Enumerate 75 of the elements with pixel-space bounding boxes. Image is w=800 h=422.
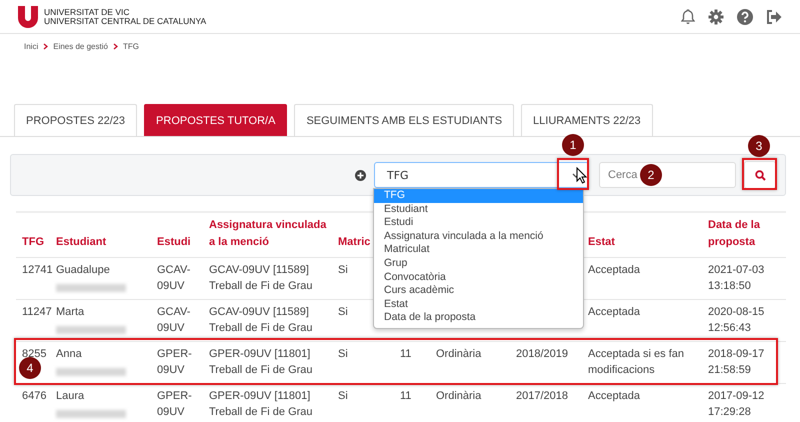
help-icon[interactable] — [737, 8, 753, 24]
column-select[interactable]: TFG — [374, 162, 589, 188]
breadcrumb-link[interactable]: TFG — [122, 42, 139, 51]
tab[interactable]: LLIURAMENTS 22/23 — [521, 104, 653, 136]
logo-icon — [18, 6, 38, 28]
table-cell: GPER-09UV — [157, 390, 192, 418]
tab[interactable]: PROPOSTES TUTOR/A — [144, 104, 288, 136]
chevron-icon — [43, 43, 48, 50]
tab[interactable]: PROPOSTES 22/23 — [14, 104, 138, 136]
column-header[interactable]: Estudi — [157, 234, 191, 251]
table-cell: Acceptada si es fan modificacions — [588, 348, 684, 376]
table-cell: GPER-09UV [11801] Treball de Fi de Grau — [209, 348, 313, 376]
highlight-frame — [557, 158, 589, 190]
highlight-frame — [742, 158, 777, 190]
column-header[interactable]: Matric — [338, 234, 370, 251]
column-header[interactable]: Data de la proposta — [708, 217, 778, 251]
table-cell: Si — [338, 264, 348, 276]
table-cell: Ordinària — [436, 348, 482, 360]
logo-text: UNIVERSITAT CENTRAL DE CATALUNYA — [44, 16, 206, 26]
search-icon — [754, 170, 766, 180]
table-cell: Acceptada — [588, 264, 640, 276]
table-cell: Si — [338, 390, 348, 402]
chevron-icon — [112, 43, 118, 50]
table-cell: 8255 — [22, 348, 46, 360]
table-cell: 11247 — [22, 306, 52, 318]
breadcrumb-link[interactable]: Inici — [24, 42, 38, 51]
table-cell: 11 — [400, 348, 412, 360]
dropdown-option[interactable]: Estat — [374, 298, 583, 312]
step-badge: 3 — [748, 135, 770, 157]
table-cell: Acceptada — [588, 390, 640, 402]
step-badge: 4 — [19, 357, 41, 379]
dropdown-option[interactable]: Curs acadèmic — [374, 284, 583, 298]
dropdown-option[interactable]: Grup — [374, 256, 583, 271]
table-cell: 11 — [400, 390, 412, 402]
table-cell: Acceptada — [588, 306, 640, 318]
table-cell: GPER-09UV [11801] Treball de Fi de Grau — [209, 390, 313, 418]
settings-icon[interactable] — [708, 8, 724, 24]
breadcrumb-link[interactable]: Eines de gestió — [53, 42, 108, 51]
table-cell: Si — [338, 348, 348, 360]
table-cell: Marta — [56, 306, 84, 318]
column-header[interactable]: Estat — [588, 234, 615, 251]
table-cell: 2017-09-12 17:29:28 — [708, 390, 764, 418]
table-cell: Guadalupe — [56, 264, 110, 276]
table-cell: 2018/2019 — [516, 348, 568, 360]
column-header[interactable]: Assignatura vinculada a la menció — [209, 217, 328, 251]
logout-icon[interactable] — [766, 10, 782, 24]
cursor-icon — [576, 167, 587, 184]
table-cell: Anna — [56, 348, 82, 360]
dropdown-option[interactable]: Assignatura vinculada a la menció — [374, 230, 583, 244]
logo-text: UNIVERSITAT DE VIC — [44, 8, 130, 16]
bell-icon[interactable] — [681, 8, 695, 24]
table-cell: 2020-08-15 12:56:43 — [708, 306, 764, 334]
dropdown-option[interactable]: Estudiant — [374, 202, 583, 216]
table-cell: Ordinària — [436, 390, 482, 402]
dropdown-option[interactable]: Convocatòria — [374, 270, 583, 284]
table-cell: GCAV-09UV — [157, 306, 190, 334]
table-cell: GCAV-09UV [11589] Treball de Fi de Grau — [209, 264, 313, 292]
table-cell: GCAV-09UV — [157, 264, 190, 292]
tab[interactable]: SEGUIMENTS AMB ELS ESTUDIANTS — [294, 104, 514, 136]
column-header[interactable]: TFG — [22, 234, 44, 251]
add-icon[interactable] — [355, 170, 366, 180]
dropdown-option[interactable]: Estudi — [374, 216, 583, 230]
table-cell: 2021-07-03 13:18:50 — [708, 264, 764, 292]
table-cell: GPER-09UV — [157, 348, 192, 376]
table-cell: GCAV-09UV [11589] Treball de Fi de Grau — [209, 306, 313, 334]
column-header[interactable]: Estudiant — [56, 234, 106, 251]
table-cell: 2017/2018 — [516, 390, 568, 402]
table-cell: Laura — [56, 390, 84, 402]
table-cell: 12741 — [22, 264, 53, 276]
table-cell: 2018-09-17 21:58:59 — [708, 348, 764, 376]
table-cell: 6476 — [22, 390, 46, 402]
search-button[interactable] — [744, 161, 776, 189]
dropdown-option[interactable]: Matriculat — [374, 243, 583, 257]
dropdown-option[interactable]: Data de la proposta — [374, 311, 583, 325]
table-cell: Si — [338, 306, 348, 318]
